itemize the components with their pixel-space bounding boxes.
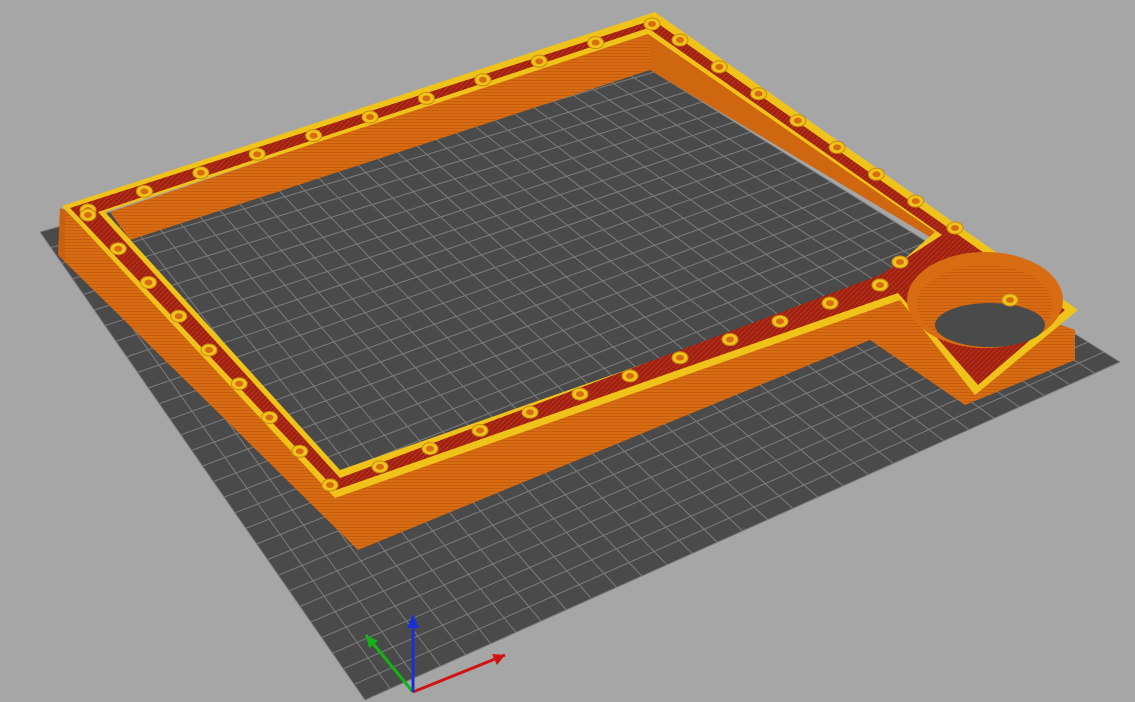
mounting-hole-bore: [253, 151, 262, 158]
mounting-hole-bore: [576, 391, 584, 398]
mounting-hole-bore: [422, 95, 431, 102]
mounting-hole-bore: [951, 225, 959, 231]
mounting-hole-bore: [911, 198, 920, 205]
mounting-hole-bore: [876, 282, 884, 288]
mounting-hole-bore: [676, 37, 684, 43]
mounting-hole-bore: [726, 336, 734, 343]
3d-viewport[interactable]: [0, 0, 1135, 702]
mounting-hole-bore: [295, 448, 304, 455]
mounting-hole-bore: [476, 427, 484, 434]
mounting-hole-bore: [235, 380, 244, 387]
mounting-hole-bore: [205, 347, 213, 353]
mounting-hole-bore: [776, 318, 784, 325]
mounting-hole-bore: [309, 132, 318, 139]
mounting-hole-bore: [174, 313, 183, 320]
mounting-hole-bore: [833, 144, 842, 151]
round-cutout-bottom: [935, 303, 1045, 347]
mounting-hole-bore: [84, 212, 92, 218]
mounting-hole-bore: [535, 58, 544, 65]
mounting-hole-bore: [826, 300, 834, 307]
mounting-hole-bore: [526, 409, 534, 416]
mounting-hole-bore: [754, 90, 763, 97]
mounting-hole-bore: [1006, 297, 1014, 303]
mounting-hole-bore: [478, 76, 487, 83]
mounting-hole-bore: [265, 414, 274, 421]
scene-canvas[interactable]: [0, 0, 1135, 702]
mounting-hole-bore: [376, 463, 384, 470]
mounting-hole-bore: [793, 117, 802, 124]
mounting-hole-bore: [896, 259, 904, 265]
mounting-hole-bore: [648, 21, 656, 27]
mounting-hole-bore: [366, 114, 374, 120]
mounting-hole-bore: [626, 372, 634, 379]
mounting-hole-bore: [114, 245, 123, 252]
model-left-wall: [58, 208, 65, 262]
mounting-hole-bore: [140, 188, 149, 195]
mounting-hole-bore: [196, 169, 205, 176]
mounting-hole-bore: [591, 39, 600, 46]
mounting-hole-bore: [872, 171, 881, 178]
mounting-hole-bore: [144, 279, 153, 286]
mounting-hole-bore: [715, 63, 724, 70]
mounting-hole-bore: [326, 482, 334, 488]
mounting-hole-bore: [426, 445, 434, 452]
mounting-hole-bore: [676, 354, 684, 361]
